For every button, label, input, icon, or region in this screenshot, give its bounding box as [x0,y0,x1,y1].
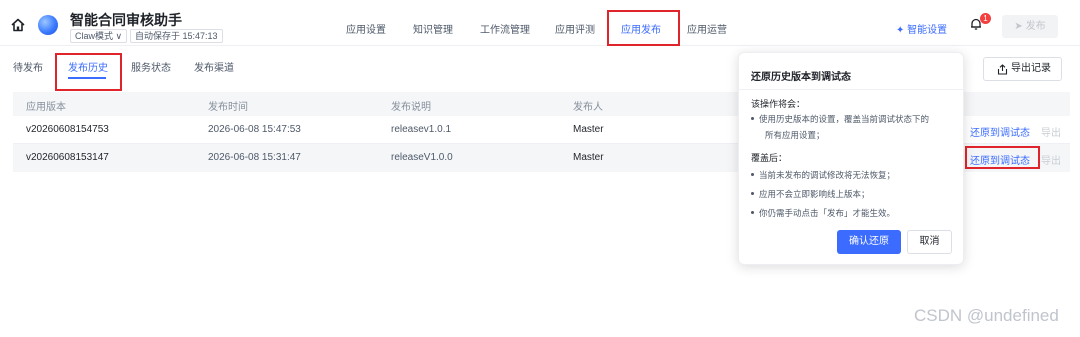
restore-confirm-popover: 还原历史版本到调试态 该操作将会： 使用历史版本的设置，覆盖当前调试状态下的 所… [738,52,965,265]
app-logo [38,15,58,35]
highlight-box-tab-history [55,53,122,91]
time-cell: 2026-06-08 15:31:47 [208,152,301,163]
version-cell: v20260608153147 [26,152,109,163]
popover-bullet-cont: 所有应用设置； [765,130,825,140]
tab-channels[interactable]: 发布渠道 [194,59,234,74]
popover-bullet-text: 应用不会立即影响线上版本； [759,189,870,199]
highlight-box-restore [965,146,1040,169]
home-icon[interactable] [10,17,26,33]
popover-bullet: 当前未发布的调试修改将无法恢复； [751,169,895,182]
note-cell: releasev1.0.1 [391,124,452,135]
restore-debug-link[interactable]: 还原到调试态 [970,124,1030,139]
popover-bullet-text: 你仍需手动点击「发布」才能生效。 [759,208,896,218]
autosave-status: 自动保存于 15:47:13 [130,29,223,43]
column-header-publisher: 发布人 [573,102,603,113]
export-records-label: 导出记录 [1011,63,1051,74]
popover-bullet: 应用不会立即影响线上版本； [751,188,870,201]
column-header-time: 发布时间 [208,102,248,113]
cancel-button[interactable]: 取消 [907,230,952,254]
popover-title: 还原历史版本到调试态 [751,72,851,83]
popover-section-after: 覆盖后： [751,153,788,163]
column-header-note: 发布说明 [391,102,431,113]
popover-bullet: 你仍需手动点击「发布」才能生效。 [751,207,895,220]
highlight-box-nav-publish [607,10,680,46]
popover-bullet: 使用历史版本的设置，覆盖当前调试状态下的 [751,113,929,126]
nav-app-settings[interactable]: 应用设置 [346,21,386,36]
confirm-restore-button[interactable]: 确认还原 [837,230,901,254]
note-cell: releaseV1.0.0 [391,152,453,163]
mode-dropdown[interactable]: Claw模式 ∨ [70,29,128,43]
top-header: 智能合同审核助手 Claw模式 ∨ 自动保存于 15:47:13 应用设置 知识… [0,0,1080,46]
popover-bullet-text: 当前未发布的调试修改将无法恢复； [759,170,896,180]
watermark: CSDN @undefined [914,306,1059,325]
column-header-version: 应用版本 [26,102,66,113]
tab-pending[interactable]: 待发布 [13,59,43,74]
smart-settings-button[interactable]: ✦ 智能设置 [896,21,947,36]
export-link[interactable]: 导出 [1041,152,1061,167]
nav-evaluation[interactable]: 应用评测 [555,21,595,36]
publisher-cell: Master [573,152,604,163]
publish-button[interactable]: ➤ 发布 [1002,15,1058,38]
popover-bullet-text: 使用历史版本的设置，覆盖当前调试状态下的 [759,114,930,124]
export-icon [997,64,1008,75]
nav-workflow[interactable]: 工作流管理 [480,21,530,36]
nav-knowledge[interactable]: 知识管理 [413,21,453,36]
publisher-cell: Master [573,124,604,135]
version-cell: v20260608154753 [26,124,109,135]
popover-divider [739,89,965,90]
time-cell: 2026-06-08 15:47:53 [208,124,301,135]
tab-service-status[interactable]: 服务状态 [131,59,171,74]
notification-badge: 1 [980,13,991,24]
export-link[interactable]: 导出 [1041,124,1061,139]
app-title: 智能合同审核助手 [70,12,182,28]
export-records-button[interactable]: 导出记录 [983,57,1062,81]
nav-operation[interactable]: 应用运营 [687,21,727,36]
popover-section-effect: 该操作将会： [751,99,806,109]
